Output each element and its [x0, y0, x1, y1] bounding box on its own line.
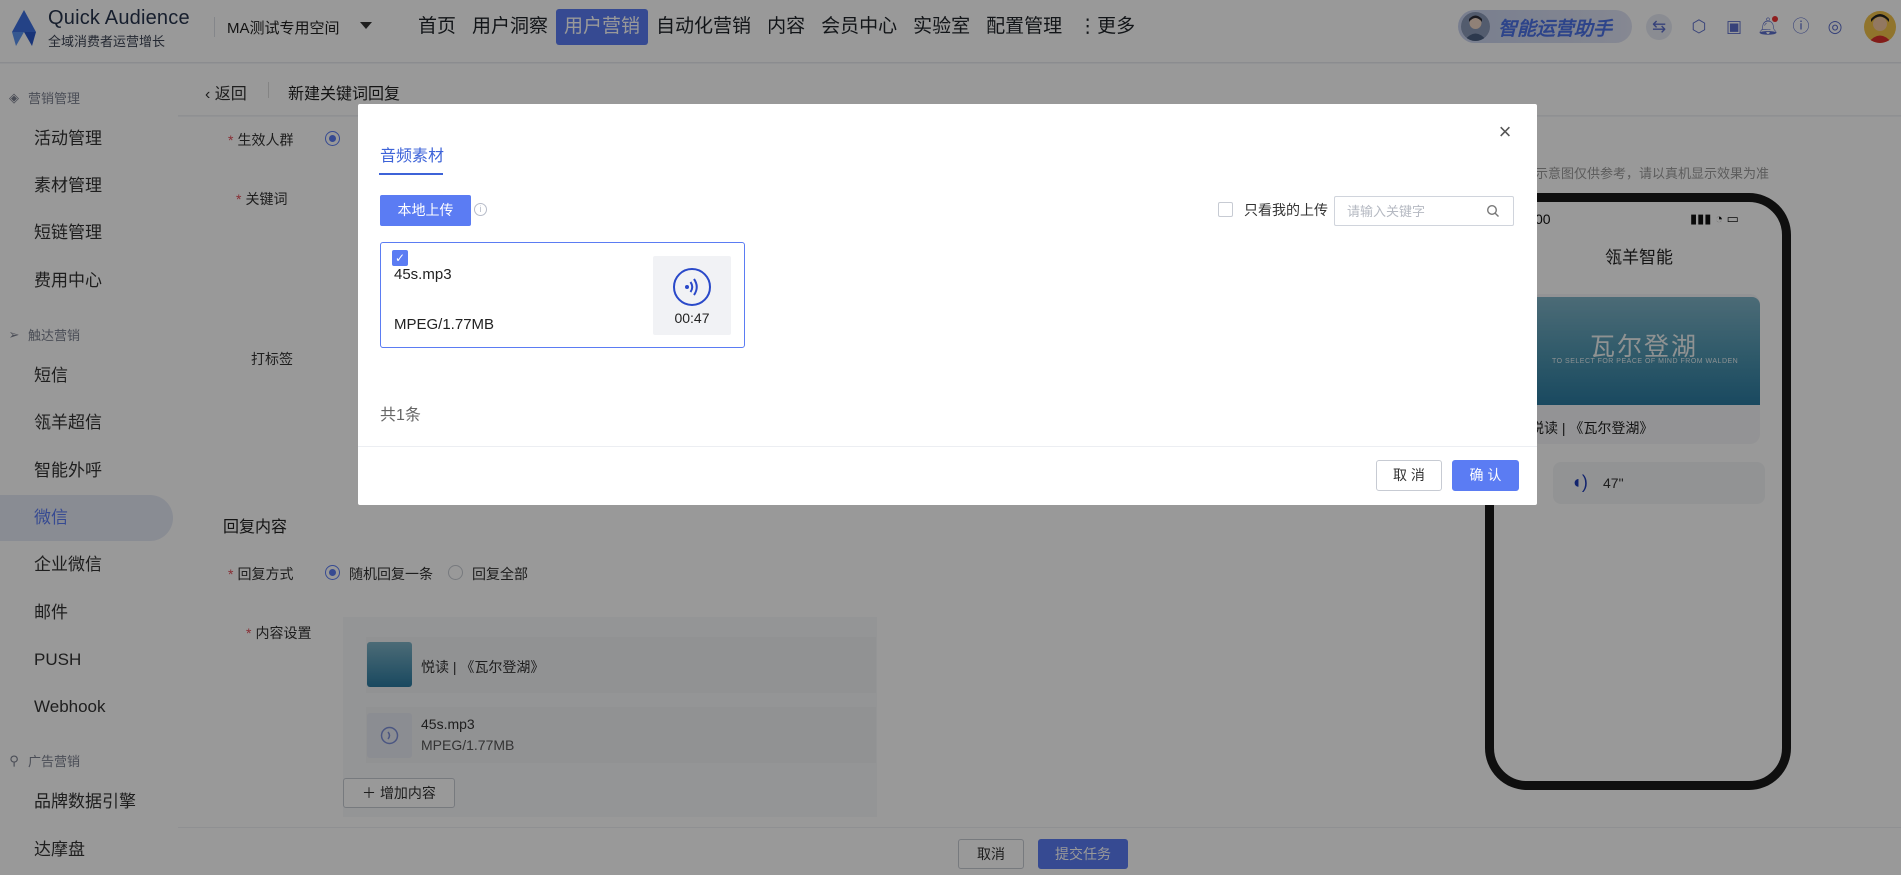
item-checkbox[interactable]: ✓ — [392, 250, 408, 266]
total-count: 共1条 — [380, 407, 421, 424]
audio-item-name: 45s.mp3 — [394, 266, 452, 283]
close-icon[interactable]: × — [1495, 121, 1515, 143]
modal-cancel-button[interactable]: 取 消 — [1376, 460, 1442, 491]
mine-only-checkbox[interactable] — [1218, 202, 1233, 217]
audio-player[interactable]: 00:47 — [653, 256, 731, 335]
mine-only-label: 只看我的上传 — [1244, 202, 1328, 218]
search-icon[interactable] — [1486, 204, 1500, 218]
divider — [358, 446, 1537, 447]
audio-item-meta: MPEG/1.77MB — [394, 316, 495, 333]
tab-audio-material[interactable]: 音频素材 — [380, 142, 444, 166]
tab-indicator — [379, 173, 443, 175]
search-box — [1334, 196, 1514, 226]
modal-confirm-button[interactable]: 确 认 — [1452, 460, 1519, 491]
audio-duration: 00:47 — [674, 310, 710, 326]
audio-wave-icon — [673, 268, 711, 306]
local-upload-button[interactable]: 本地上传 — [380, 195, 471, 226]
info-icon[interactable]: i — [474, 203, 487, 216]
search-input[interactable] — [1347, 202, 1482, 220]
